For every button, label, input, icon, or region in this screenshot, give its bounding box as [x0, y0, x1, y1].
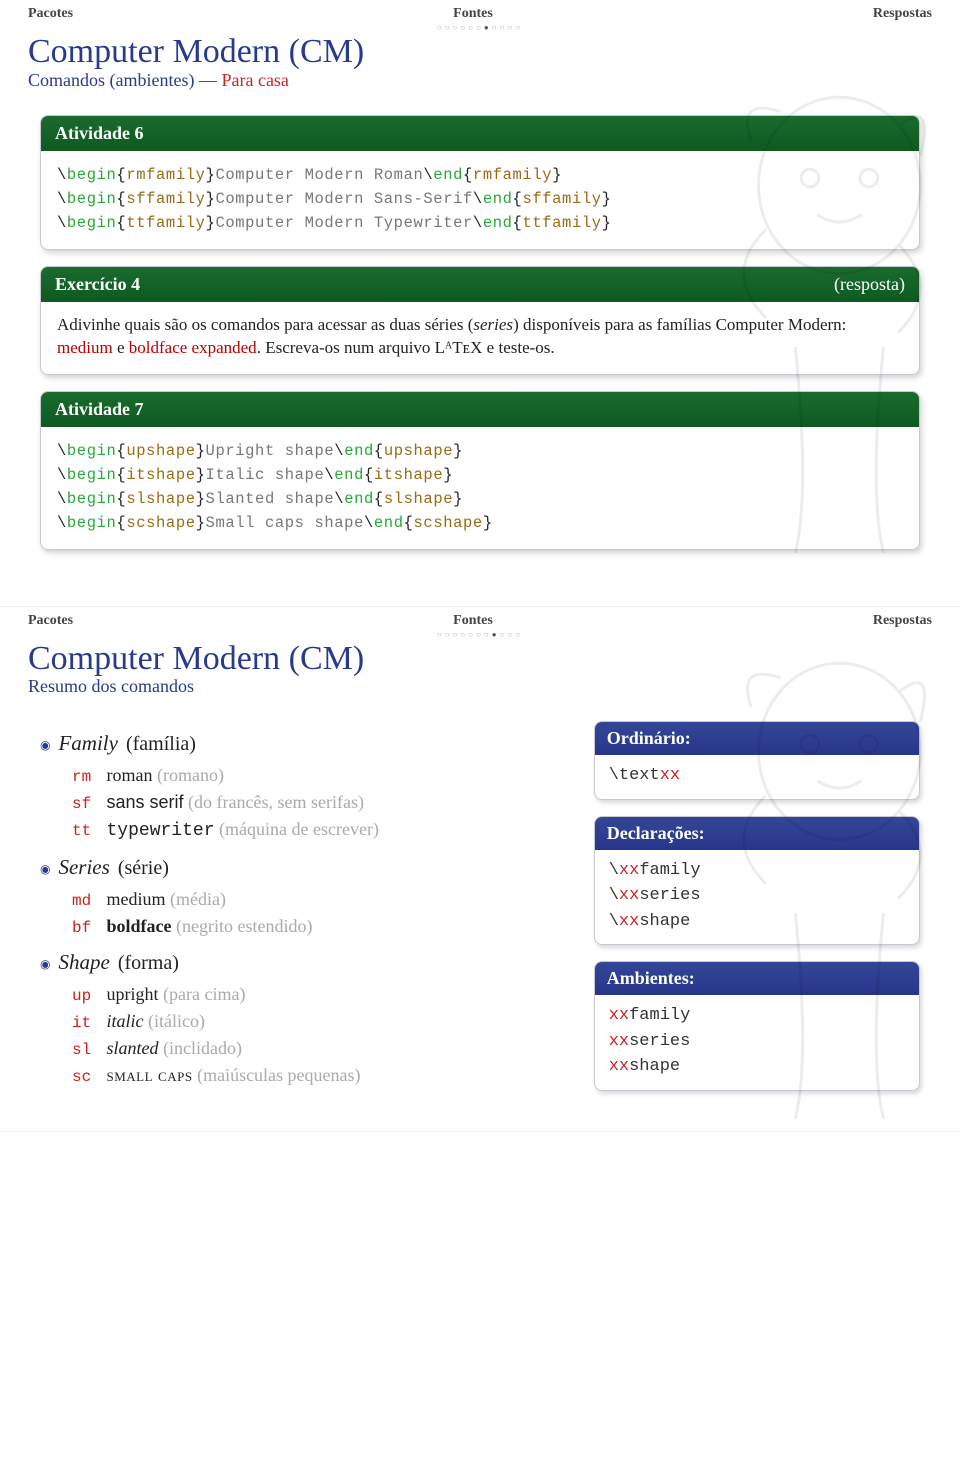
exercise-text: Adivinhe quais são os comandos para aces…	[41, 302, 919, 374]
code-listing: \begin{upshape}Upright shape\end{upshape…	[41, 427, 919, 549]
group-header: ◉Series (série)	[40, 855, 566, 880]
command-summary-box: Ambientes:xxfamilyxxseriesxxshape	[594, 961, 920, 1091]
activity-6-box: Atividade 6 \begin{rmfamily}Computer Mod…	[40, 115, 920, 250]
exercise-4-box: Exercício 4 (resposta) Adivinhe quais sã…	[40, 266, 920, 375]
group-header: ◉Family (família)	[40, 731, 566, 756]
list-item: up upright (para cima)	[72, 981, 566, 1008]
slide-1: Pacotes Fontes Respostas ○○○○○○●○○○○ Com…	[0, 0, 960, 607]
command-summary-box: Ordinário:\textxx	[594, 721, 920, 800]
box-header: Atividade 6	[41, 116, 919, 151]
list-item: sc small caps (maiúsculas pequenas)	[72, 1062, 566, 1089]
slide-subtitle: Resumo dos comandos	[0, 676, 960, 711]
command-boxes: Ordinário:\textxx Declarações:\xxfamily\x…	[594, 721, 920, 1091]
list-item: it italic (itálico)	[72, 1008, 566, 1035]
nav-right[interactable]: Respostas	[873, 613, 932, 629]
slide-subtitle: Comandos (ambientes) — Para casa	[0, 70, 960, 105]
slide-title: Computer Modern (CM)	[0, 34, 960, 70]
activity-7-box: Atividade 7 \begin{upshape}Upright shape…	[40, 391, 920, 550]
list-item: sf sans serif (do francês, sem serifas)	[72, 789, 566, 816]
list-item: sl slanted (inclidado)	[72, 1035, 566, 1062]
list-item: rm roman (romano)	[72, 762, 566, 789]
nav-bar: Pacotes Fontes Respostas	[0, 613, 960, 631]
nav-center[interactable]: Fontes	[453, 6, 493, 21]
command-summary-box: Declarações:\xxfamily\xxseries\xxshape	[594, 816, 920, 946]
slide-2: Pacotes Fontes Respostas ○○○○○○○●○○○ Com…	[0, 607, 960, 1132]
list-item: md medium (média)	[72, 886, 566, 913]
list-item: tt typewriter (máquina de escrever)	[72, 816, 566, 845]
summary-list: ◉Family (família) rm roman (romano)sf san…	[40, 721, 566, 1091]
code-listing: \begin{rmfamily}Computer Modern Roman\en…	[41, 151, 919, 249]
slide-title: Computer Modern (CM)	[0, 641, 960, 677]
nav-bar: Pacotes Fontes Respostas	[0, 6, 960, 24]
box-header: Atividade 7	[41, 392, 919, 427]
group-header: ◉Shape (forma)	[40, 950, 566, 975]
box-header: Exercício 4 (resposta)	[41, 267, 919, 302]
nav-right[interactable]: Respostas	[873, 6, 932, 22]
nav-left[interactable]: Pacotes	[28, 6, 73, 22]
nav-center[interactable]: Fontes	[453, 613, 493, 628]
nav-left[interactable]: Pacotes	[28, 613, 73, 629]
list-item: bf boldface (negrito estendido)	[72, 913, 566, 940]
